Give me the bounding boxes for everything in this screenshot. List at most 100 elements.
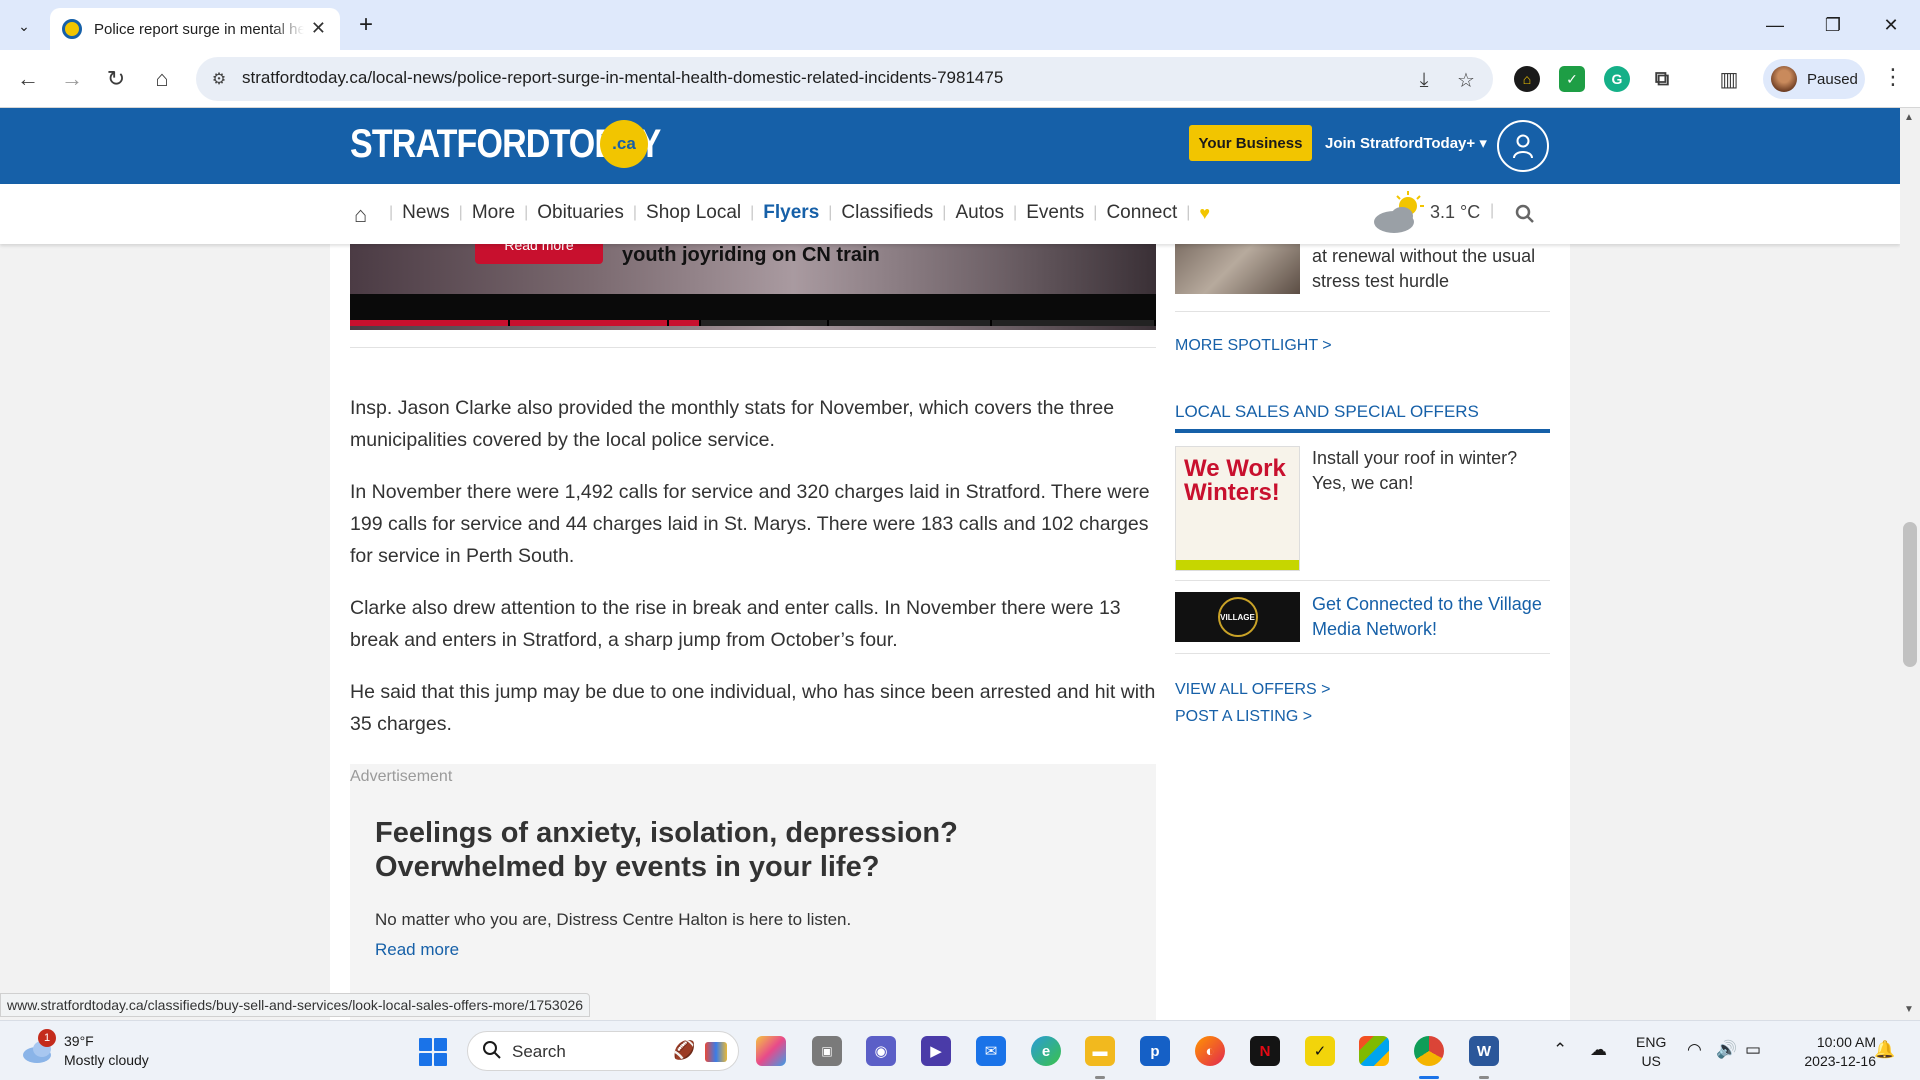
netflix-app-icon[interactable]: N [1250,1036,1280,1066]
tab-search-chevron-icon[interactable]: ⌄ [10,12,38,40]
video-carousel[interactable]: Read more youth joyriding on CN train [350,244,1156,330]
nav-shop-local[interactable]: Shop Local [646,202,741,224]
nav-news[interactable]: News [402,202,450,224]
wifi-icon[interactable]: ◠ [1687,1040,1702,1060]
avatar [1771,66,1797,92]
scroll-up-arrow-icon[interactable]: ▲ [1904,112,1914,123]
nav-obituaries[interactable]: Obituaries [537,202,624,224]
taskbar-clock[interactable]: 10:00 AM 2023-12-16 [1786,1033,1876,1071]
task-view-icon[interactable]: ▣ [812,1036,842,1066]
taskbar-weather-condition[interactable]: Mostly cloudy [64,1052,149,1068]
more-spotlight-link[interactable]: MORE SPOTLIGHT > [1175,337,1332,355]
clock-time: 10:00 AM [1816,1034,1876,1050]
site-info-icon[interactable]: ⚙ [208,68,230,90]
chrome-browser-icon[interactable] [1414,1036,1444,1066]
publisher-app-icon[interactable]: p [1140,1036,1170,1066]
mail-app-icon[interactable]: ✉ [976,1036,1006,1066]
url-text[interactable]: stratfordtoday.ca/local-news/police-repo… [242,68,1003,88]
back-arrow-icon[interactable]: ← [12,63,44,95]
join-dropdown-button[interactable]: Join StratfordToday+ ▾ [1325,134,1487,152]
video-editor-app-icon[interactable]: ▶ [921,1036,951,1066]
scrollbar-thumb[interactable] [1903,522,1917,667]
nav-separator: | [458,204,463,221]
battery-icon[interactable]: ▭ [1745,1040,1761,1060]
weather-temperature[interactable]: 3.1 °C [1430,202,1480,223]
spotlight-thumbnail[interactable] [1175,244,1300,294]
tab-title: Police report surge in mental health dom… [94,20,304,38]
home-nav-icon[interactable]: ⌂ [354,202,367,228]
nav-events[interactable]: Events [1026,202,1084,224]
taskbar-search-box[interactable]: Search 🏈 [467,1031,739,1071]
nav-autos[interactable]: Autos [955,202,1004,224]
video-caption[interactable]: youth joyriding on CN train [622,244,880,267]
forward-arrow-icon[interactable]: → [56,63,88,95]
site-logo-badge[interactable]: .ca [600,120,648,168]
ad-title[interactable]: Feelings of anxiety, isolation, depressi… [375,816,1135,884]
reload-icon[interactable]: ↻ [100,63,132,95]
account-user-icon[interactable] [1497,120,1549,172]
notification-bell-icon[interactable]: 🔔 [1874,1040,1895,1060]
microsoft-store-icon[interactable] [1359,1036,1389,1066]
your-business-button[interactable]: Your Business [1189,125,1312,161]
advertisement-block[interactable]: Advertisement Feelings of anxiety, isola… [350,764,1156,1020]
video-read-more-button[interactable]: Read more [475,244,603,264]
firefox-browser-icon[interactable]: ◐ [1195,1036,1225,1066]
new-tab-plus-icon[interactable]: + [352,11,380,39]
heart-icon[interactable]: ♥ [1199,203,1210,224]
file-explorer-icon[interactable]: ▬ [1085,1036,1115,1066]
video-progress-segment[interactable] [991,320,1156,326]
video-progress-segment[interactable] [509,320,670,326]
tasks-app-icon[interactable]: ✓ [1305,1036,1335,1066]
close-window-icon[interactable]: ✕ [1862,0,1920,50]
offer-title-roofing[interactable]: Install your roof in winter? Yes, we can… [1312,446,1552,496]
minimize-icon[interactable]: — [1746,0,1804,50]
view-all-offers-link[interactable]: VIEW ALL OFFERS > [1175,681,1330,699]
nav-more[interactable]: More [472,202,515,224]
windows-start-icon[interactable] [419,1038,447,1066]
edge-browser-icon[interactable]: e [1031,1036,1061,1066]
offer-title-village[interactable]: Get Connected to the Village Media Netwo… [1312,592,1552,642]
nav-separator: | [389,204,394,221]
sales-section-heading[interactable]: LOCAL SALES AND SPECIAL OFFERS [1175,402,1479,422]
tab-close-icon[interactable]: ✕ [311,18,326,39]
word-app-icon[interactable]: W [1469,1036,1499,1066]
post-listing-link[interactable]: POST A LISTING > [1175,708,1312,726]
grammarly-extension-icon[interactable]: G [1604,66,1630,92]
page-viewport: STRATFORDTODAY .ca Your Business Join St… [0,108,1900,1020]
taskbar-weather-temp[interactable]: 39°F [64,1033,94,1049]
scroll-down-arrow-icon[interactable]: ▼ [1904,1004,1914,1015]
input-language-indicator[interactable]: ENG US [1636,1033,1666,1071]
active-tab[interactable]: Police report surge in mental health dom… [50,8,340,50]
browser-menu-icon[interactable]: ⋮ [1880,64,1906,90]
profile-button[interactable]: Paused [1763,59,1865,99]
nav-classifieds[interactable]: Classifieds [841,202,933,224]
video-progress-segment[interactable] [669,320,702,326]
nav-connect[interactable]: Connect [1106,202,1177,224]
volume-icon[interactable]: 🔊 [1716,1040,1737,1060]
address-bar[interactable]: ⚙ stratfordtoday.ca/local-news/police-re… [196,57,1493,101]
bookmark-star-icon[interactable]: ☆ [1454,68,1478,92]
video-progress-segment[interactable] [350,320,510,326]
extension-home-icon[interactable]: ⌂ [1514,66,1540,92]
spotlight-title[interactable]: at renewal without the usual stress test… [1312,244,1562,294]
extension-check-icon[interactable]: ✓ [1559,66,1585,92]
copilot-app-icon[interactable] [756,1036,786,1066]
video-progress-segment[interactable] [828,320,992,326]
side-panel-icon[interactable]: ▥ [1716,66,1742,92]
video-progress-segment[interactable] [701,320,829,326]
extensions-puzzle-icon[interactable]: ⧉ [1649,66,1675,92]
search-icon[interactable] [1515,204,1535,230]
offer-thumbnail-roofing[interactable]: We Work Winters! [1175,446,1300,571]
teams-app-icon[interactable]: ◉ [866,1036,896,1066]
install-app-icon[interactable]: ⤓ [1412,68,1436,92]
video-progress-bar[interactable] [350,320,1156,326]
offer-thumbnail-village[interactable]: VILLAGE [1175,592,1300,642]
nav-flyers[interactable]: Flyers [763,202,819,224]
ad-read-more-link[interactable]: Read more [375,940,459,960]
restore-icon[interactable]: ❐ [1804,0,1862,50]
tray-overflow-chevron-icon[interactable]: ⌃ [1553,1040,1567,1060]
onedrive-sync-icon[interactable]: ☁ [1590,1040,1607,1060]
home-icon[interactable]: ⌂ [146,63,178,95]
profile-status-label: Paused [1807,70,1858,88]
search-highlight-football-icon: 🏈 [673,1040,696,1060]
